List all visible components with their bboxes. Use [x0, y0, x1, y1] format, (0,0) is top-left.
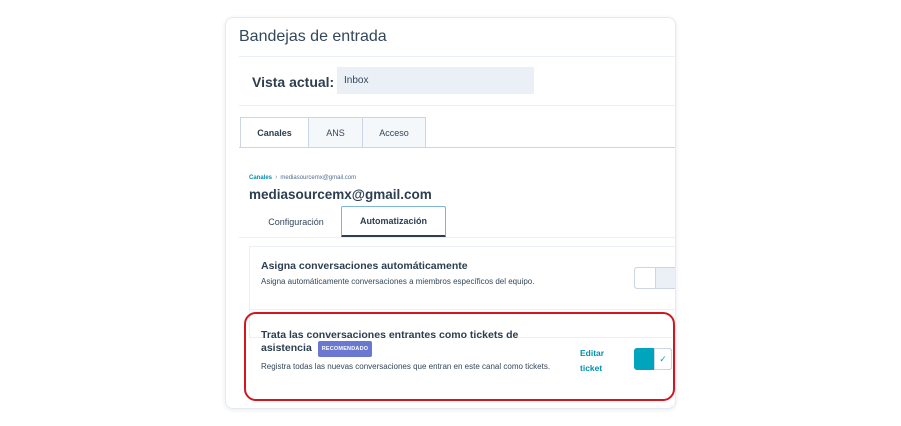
tab-acceso[interactable]: Acceso — [362, 117, 426, 148]
auto-assign-toggle[interactable] — [634, 267, 675, 289]
current-view-label: Vista actual: — [252, 74, 335, 90]
divider — [249, 309, 675, 310]
main-tabs: Canales ANS Acceso — [240, 117, 426, 148]
tickets-setting-description: Registra todas las nuevas conversaciones… — [261, 362, 551, 371]
inbox-settings-card: Bandejas de entrada Vista actual: Canale… — [225, 17, 676, 409]
tab-canales[interactable]: Canales — [240, 117, 309, 148]
toggle-knob — [635, 268, 656, 288]
breadcrumb-link-canales[interactable]: Canales — [249, 175, 272, 181]
tickets-toggle[interactable]: ✓ — [634, 348, 672, 370]
tabs-divider — [239, 147, 675, 148]
breadcrumb-chevron-icon: › — [275, 174, 278, 181]
divider — [239, 56, 675, 57]
current-view-input[interactable] — [337, 67, 534, 94]
breadcrumb: Canales › mediasourcemx@gmail.com — [249, 174, 356, 181]
divider — [239, 105, 675, 106]
check-icon: ✓ — [654, 348, 672, 370]
auto-assign-description: Asigna automáticamente conversaciones a … — [261, 277, 535, 286]
subtab-automatizacion[interactable]: Automatización — [341, 206, 446, 238]
subtabs-divider — [239, 237, 675, 238]
subtab-configuracion[interactable]: Configuración — [251, 206, 341, 238]
edit-ticket-link[interactable]: Editar ticket — [580, 346, 620, 376]
channel-subtabs: Configuración Automatización — [251, 206, 446, 238]
auto-assign-title: Asigna conversaciones automáticamente — [261, 260, 468, 272]
channel-title: mediasourcemx@gmail.com — [249, 187, 432, 202]
page-title: Bandejas de entrada — [239, 28, 387, 45]
tickets-title-text: Trata las conversaciones entrantes como … — [261, 329, 519, 354]
recommended-badge: RECOMENDADO — [317, 341, 373, 357]
tab-ans[interactable]: ANS — [308, 117, 363, 148]
breadcrumb-current: mediasourcemx@gmail.com — [280, 174, 357, 181]
tickets-setting-title: Trata las conversaciones entrantes como … — [261, 329, 541, 357]
